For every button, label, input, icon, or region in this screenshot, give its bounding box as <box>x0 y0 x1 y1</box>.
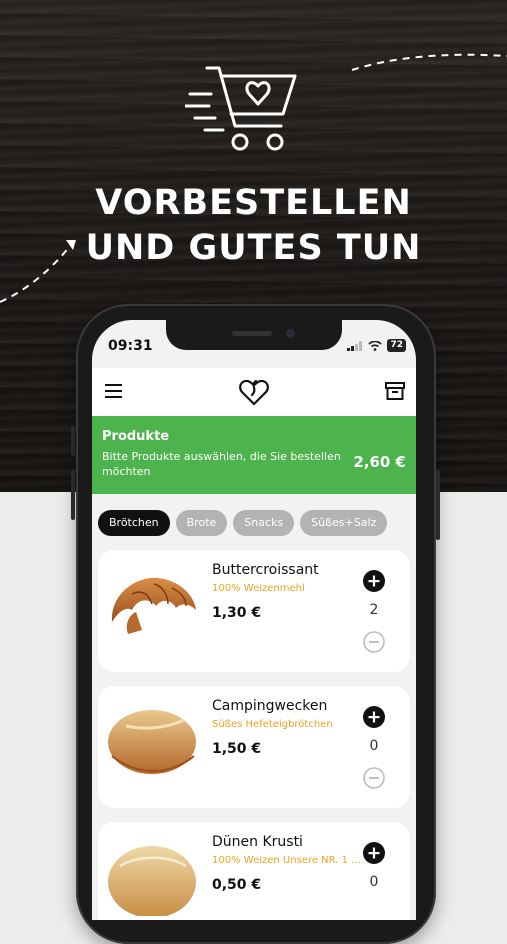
status-time: 09:31 <box>108 338 153 354</box>
archive-box-icon[interactable] <box>384 380 406 402</box>
app-bar <box>92 368 416 416</box>
order-total: 2,60 € <box>353 453 406 471</box>
battery-indicator: 72 <box>387 339 406 352</box>
product-name: Dünen Krusti <box>212 834 303 850</box>
products-banner: Produkte Bitte Produkte auswählen, die S… <box>92 416 416 494</box>
product-subtitle: 100% Weizen Unsere NR. 1 ... <box>212 855 361 866</box>
speaker <box>232 331 272 336</box>
product-quantity: 2 <box>369 602 379 618</box>
product-quantity: 0 <box>369 874 379 890</box>
minus-icon[interactable] <box>363 631 385 653</box>
crusty-roll-image <box>108 846 196 916</box>
product-price: 1,30 € <box>212 605 262 621</box>
product-subtitle: Süßes Hefeteigbrötchen <box>212 719 333 730</box>
wifi-icon <box>368 340 383 351</box>
tab-snacks[interactable]: Snacks <box>233 510 295 536</box>
tab-suesses-salz[interactable]: Süßes+Salz <box>300 510 388 536</box>
phone-screen: 09:31 72 Produkte Bitte Produkte auswähl… <box>92 320 416 920</box>
headline-line-2: UND GUTES TUN <box>85 228 422 268</box>
dashed-arrow-right <box>351 53 507 71</box>
croissant-image <box>111 577 196 634</box>
product-subtitle: 100% Weizenmehl <box>212 583 305 594</box>
product-price: 0,50 € <box>212 877 262 893</box>
product-price: 1,50 € <box>212 741 262 757</box>
tab-broetchen[interactable]: Brötchen <box>98 510 170 536</box>
headline-line-1: VORBESTELLEN <box>95 183 412 223</box>
phone-side-button <box>71 470 75 520</box>
camera <box>286 329 295 338</box>
tab-brote[interactable]: Brote <box>175 510 228 536</box>
shopping-cart-icon <box>185 66 297 151</box>
bread-roll-image <box>108 710 196 774</box>
plus-icon[interactable] <box>363 706 385 728</box>
status-icons: 72 <box>347 339 406 352</box>
plus-icon[interactable] <box>363 570 385 592</box>
hamburger-icon[interactable] <box>104 382 124 400</box>
plus-icon[interactable] <box>363 842 385 864</box>
banner-title: Produkte <box>102 429 170 444</box>
product-quantity: 0 <box>369 738 379 754</box>
phone-notch <box>166 320 342 350</box>
product-card[interactable]: Buttercroissant 100% Weizenmehl 1,30 € 2 <box>98 550 410 672</box>
category-tabs: Brötchen Brote Snacks Süßes+Salz <box>98 510 388 536</box>
signal-icon <box>347 340 363 351</box>
banner-description: Bitte Produkte auswählen, die Sie bestel… <box>102 450 341 478</box>
product-card[interactable]: Campingwecken Süßes Hefeteigbrötchen 1,5… <box>98 686 410 808</box>
heart-logo-icon[interactable] <box>238 377 270 407</box>
phone-side-button <box>436 470 440 540</box>
product-name: Campingwecken <box>212 698 328 714</box>
product-name: Buttercroissant <box>212 562 319 578</box>
phone-side-button <box>71 426 75 456</box>
product-card[interactable]: Dünen Krusti 100% Weizen Unsere NR. 1 ..… <box>98 822 410 920</box>
minus-icon[interactable] <box>363 767 385 789</box>
